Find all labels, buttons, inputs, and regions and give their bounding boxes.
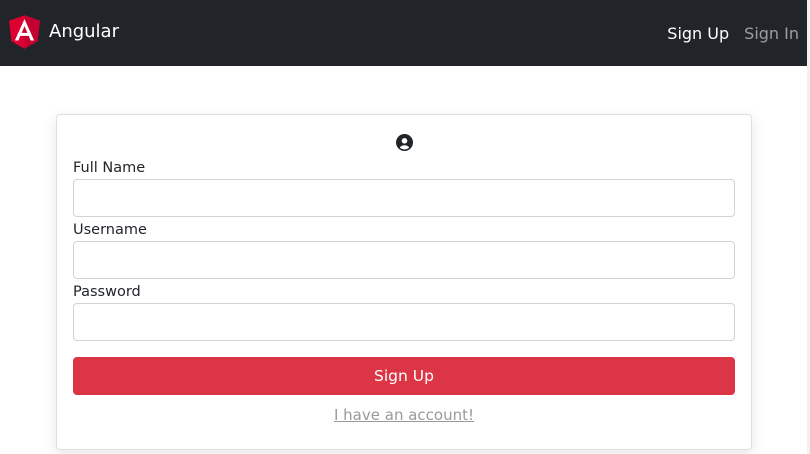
username-label: Username [73,222,147,238]
password-label: Password [73,284,141,300]
password-input[interactable] [73,303,735,341]
full-name-label: Full Name [73,160,146,176]
username-input[interactable] [73,241,735,279]
signup-card: Full Name Username Password Sign Up I ha… [56,114,752,450]
nav-links: Sign Up Sign In [667,24,799,44]
brand[interactable]: Angular [9,15,119,49]
sign-up-button[interactable]: Sign Up [73,357,735,395]
angular-logo-icon [9,15,40,49]
top-navbar: Angular Sign Up Sign In [0,0,807,66]
nav-sign-in-link[interactable]: Sign In [744,24,799,44]
brand-name: Angular [49,21,119,42]
nav-sign-up-link[interactable]: Sign Up [667,24,729,44]
avatar [57,134,751,151]
user-circle-icon [395,134,413,151]
full-name-input[interactable] [73,179,735,217]
have-account-link[interactable]: I have an account! [57,405,751,425]
